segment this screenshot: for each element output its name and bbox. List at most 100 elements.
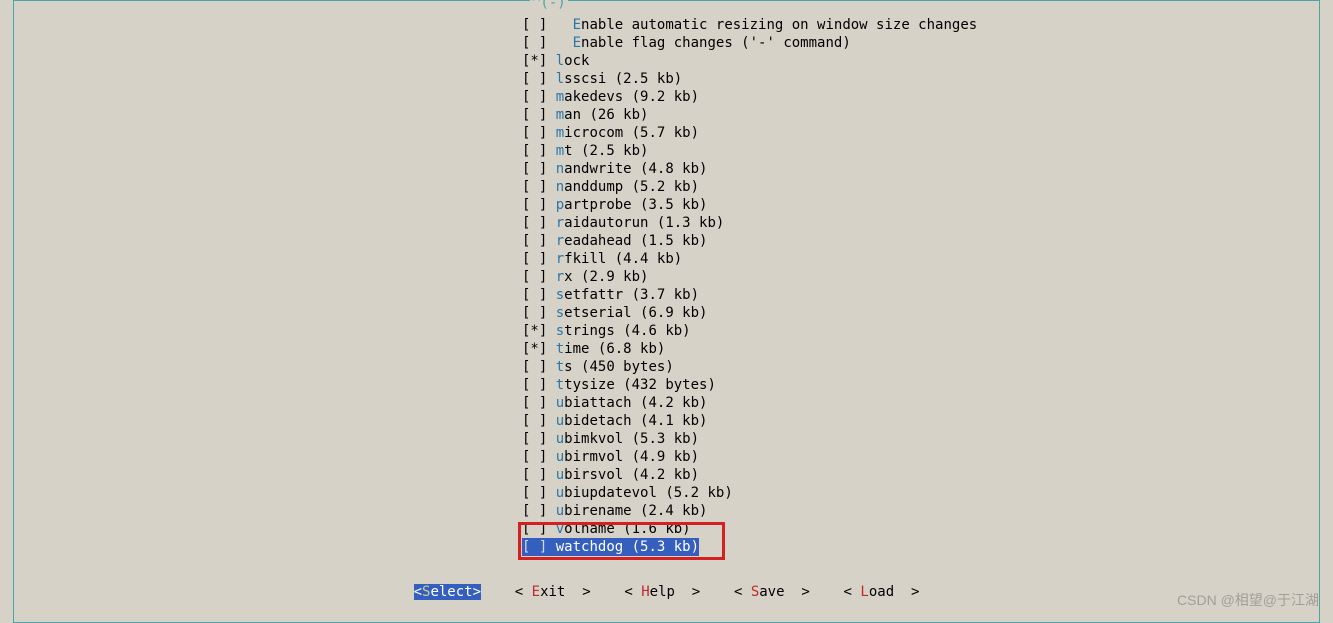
- checkbox-bracket[interactable]: [ ]: [522, 305, 547, 321]
- checkbox-bracket[interactable]: [ ]: [522, 35, 547, 51]
- checkbox-bracket[interactable]: [ ]: [522, 215, 547, 231]
- checkbox-bracket[interactable]: [ ]: [522, 467, 547, 483]
- menu-item[interactable]: [ ] microcom (5.7 kb): [522, 124, 977, 142]
- menu-item[interactable]: [ ] lsscsi (2.5 kb): [522, 70, 977, 88]
- checkbox-bracket[interactable]: [ ]: [522, 359, 547, 375]
- indent: [547, 89, 555, 105]
- menu-item-label: birmvol (4.9 kb): [564, 449, 699, 465]
- panel-border: [13, 0, 1320, 1]
- menu-item[interactable]: [ ] watchdog (5.3 kb): [522, 538, 699, 556]
- menu-item-label: etserial (6.9 kb): [564, 305, 707, 321]
- button-close-bracket: >: [793, 584, 810, 600]
- indent: [547, 215, 555, 231]
- menu-item-label: aidautorun (1.3 kb): [564, 215, 724, 231]
- checkbox-bracket[interactable]: [ ]: [522, 395, 547, 411]
- menu-item[interactable]: [ ] rx (2.9 kb): [522, 268, 977, 286]
- checkbox-bracket[interactable]: [ ]: [522, 449, 547, 465]
- indent: [547, 107, 555, 123]
- menu-item[interactable]: [ ] ttysize (432 bytes): [522, 376, 977, 394]
- hotkey-char: S: [751, 584, 759, 600]
- menu-item-label: olname (1.6 kb): [564, 521, 690, 537]
- menu-item[interactable]: [ ] mt (2.5 kb): [522, 142, 977, 160]
- menu-item[interactable]: [*] time (6.8 kb): [522, 340, 977, 358]
- menu-item[interactable]: [ ] ts (450 bytes): [522, 358, 977, 376]
- indent: [547, 233, 555, 249]
- save-button[interactable]: < Save >: [734, 584, 810, 600]
- menu-item-label: x (2.9 kb): [564, 269, 648, 285]
- checkbox-bracket[interactable]: [ ]: [522, 413, 547, 429]
- menu-item-label: akedevs (9.2 kb): [564, 89, 699, 105]
- hotkey-char: u: [556, 413, 564, 429]
- menu-item[interactable]: [ ] readahead (1.5 kb): [522, 232, 977, 250]
- menu-item-label: biattach (4.2 kb): [564, 395, 707, 411]
- checkbox-bracket[interactable]: [ ]: [522, 431, 547, 447]
- menu-item[interactable]: [ ] nandwrite (4.8 kb): [522, 160, 977, 178]
- checkbox-bracket[interactable]: [ ]: [522, 269, 547, 285]
- checkbox-bracket[interactable]: [ ]: [522, 125, 547, 141]
- menu-item[interactable]: [ ] man (26 kb): [522, 106, 977, 124]
- indent: [547, 287, 555, 303]
- menu-item[interactable]: [*] lock: [522, 52, 977, 70]
- menu-item-label: nable flag changes ('-' command): [581, 35, 851, 51]
- indent: [547, 323, 555, 339]
- menu-item[interactable]: [ ] setfattr (3.7 kb): [522, 286, 977, 304]
- load-button[interactable]: < Load >: [844, 584, 920, 600]
- checkbox-bracket[interactable]: [ ]: [522, 161, 547, 177]
- button-label: elp: [650, 584, 684, 600]
- checkbox-bracket[interactable]: [ ]: [522, 197, 547, 213]
- checkbox-bracket[interactable]: [ ]: [522, 233, 547, 249]
- hotkey-char: l: [556, 71, 564, 87]
- checkbox-bracket[interactable]: [ ]: [522, 539, 547, 555]
- checkbox-bracket[interactable]: [ ]: [522, 521, 547, 537]
- menu-item[interactable]: [*] strings (4.6 kb): [522, 322, 977, 340]
- checkbox-bracket[interactable]: [*]: [522, 53, 547, 69]
- hotkey-char: u: [556, 467, 564, 483]
- menu-item-label: birename (2.4 kb): [564, 503, 707, 519]
- button-close-bracket: >: [903, 584, 920, 600]
- checkbox-bracket[interactable]: [ ]: [522, 251, 547, 267]
- checkbox-bracket[interactable]: [ ]: [522, 485, 547, 501]
- checkbox-bracket[interactable]: [ ]: [522, 503, 547, 519]
- indent: [547, 125, 555, 141]
- menu-item[interactable]: [ ] ubiupdatevol (5.2 kb): [522, 484, 977, 502]
- menu-item[interactable]: [ ] raidautorun (1.3 kb): [522, 214, 977, 232]
- menu-item[interactable]: [ ] ubimkvol (5.3 kb): [522, 430, 977, 448]
- menu-item[interactable]: [ ] ubirename (2.4 kb): [522, 502, 977, 520]
- menu-item[interactable]: [ ] ubidetach (4.1 kb): [522, 412, 977, 430]
- button-gap: [700, 584, 734, 600]
- checkbox-bracket[interactable]: [ ]: [522, 179, 547, 195]
- checkbox-bracket[interactable]: [ ]: [522, 377, 547, 393]
- menu-item[interactable]: [ ] Enable flag changes ('-' command): [522, 34, 977, 52]
- menu-item[interactable]: [ ] ubiattach (4.2 kb): [522, 394, 977, 412]
- menu-item[interactable]: [ ] ubirsvol (4.2 kb): [522, 466, 977, 484]
- checkbox-bracket[interactable]: [ ]: [522, 287, 547, 303]
- checkbox-bracket[interactable]: [*]: [522, 323, 547, 339]
- hotkey-char: s: [556, 287, 564, 303]
- checkbox-bracket[interactable]: [ ]: [522, 107, 547, 123]
- menu-item[interactable]: [ ] Enable automatic resizing on window …: [522, 16, 977, 34]
- menu-item[interactable]: [ ] makedevs (9.2 kb): [522, 88, 977, 106]
- menu-item[interactable]: [ ] partprobe (3.5 kb): [522, 196, 977, 214]
- exit-button[interactable]: < Exit >: [515, 584, 591, 600]
- checkbox-bracket[interactable]: [ ]: [522, 143, 547, 159]
- checkbox-bracket[interactable]: [ ]: [522, 89, 547, 105]
- button-close-bracket: >: [574, 584, 591, 600]
- checkbox-bracket[interactable]: [ ]: [522, 71, 547, 87]
- indent: [547, 197, 555, 213]
- menu-item-label: ime (6.8 kb): [564, 341, 665, 357]
- menu-item-label: birsvol (4.2 kb): [564, 467, 699, 483]
- checkbox-bracket[interactable]: [*]: [522, 341, 547, 357]
- hotkey-char: L: [860, 584, 868, 600]
- help-button[interactable]: < Help >: [624, 584, 700, 600]
- menu-item-label: trings (4.6 kb): [564, 323, 690, 339]
- menu-item[interactable]: [ ] volname (1.6 kb): [522, 520, 977, 538]
- menu-item[interactable]: [ ] ubirmvol (4.9 kb): [522, 448, 977, 466]
- menu-item[interactable]: [ ] nanddump (5.2 kb): [522, 178, 977, 196]
- hotkey-char: m: [556, 143, 564, 159]
- select-button[interactable]: <Select>: [414, 584, 481, 600]
- indent: [547, 503, 555, 519]
- checkbox-bracket[interactable]: [ ]: [522, 17, 547, 33]
- menu-item-label: t (2.5 kb): [564, 143, 648, 159]
- menu-item[interactable]: [ ] rfkill (4.4 kb): [522, 250, 977, 268]
- menu-item[interactable]: [ ] setserial (6.9 kb): [522, 304, 977, 322]
